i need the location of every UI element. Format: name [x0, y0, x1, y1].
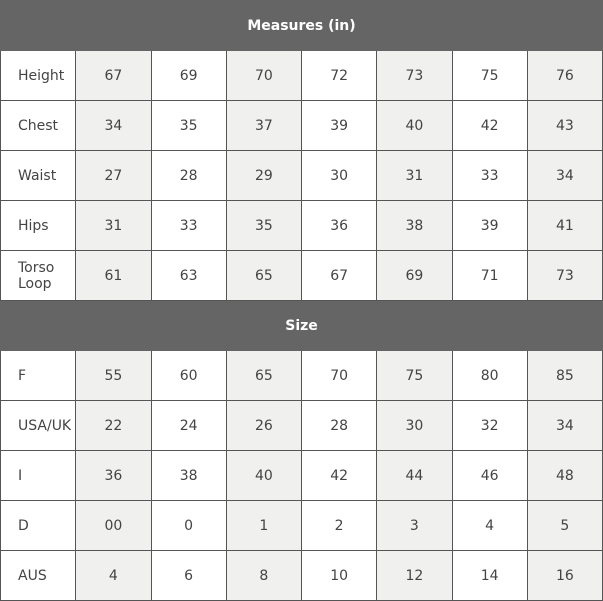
table-cell: 48: [526, 450, 603, 501]
table-cell: 60: [150, 350, 227, 401]
table-cell: 33: [451, 150, 528, 201]
table-cell: 28: [300, 400, 378, 451]
table-cell: 38: [376, 200, 453, 251]
table-cell: 35: [225, 200, 303, 251]
table-cell: 67: [300, 250, 378, 301]
table-cell: 34: [526, 400, 603, 451]
table-cell: 16: [526, 550, 603, 601]
table-cell: 32: [451, 400, 528, 451]
table-cell: 73: [526, 250, 603, 301]
table-cell: 34: [526, 150, 603, 201]
table-cell: 0: [150, 500, 227, 551]
table-cell: 00: [75, 500, 152, 551]
table-cell: 75: [376, 350, 453, 401]
size-chart-table: Measures (in) Height 67 69 70 72 73 75 76 Chest 34…: [0, 0, 603, 601]
row-label: D: [0, 500, 77, 551]
table-cell: 44: [376, 450, 453, 501]
table-cell: 72: [300, 50, 378, 101]
table-cell: 55: [75, 350, 152, 401]
table-row: USA/UK 22 24 26 28 30 32 34: [0, 400, 603, 451]
row-label: AUS: [0, 550, 77, 601]
table-cell: 65: [225, 350, 303, 401]
table-cell: 6: [150, 550, 227, 601]
table-cell: 65: [225, 250, 303, 301]
table-cell: 28: [150, 150, 227, 201]
table-cell: 2: [300, 500, 378, 551]
table-cell: 8: [225, 550, 303, 601]
table-cell: 36: [75, 450, 152, 501]
table-cell: 31: [75, 200, 152, 251]
row-label: Chest: [0, 100, 77, 151]
table-cell: 10: [300, 550, 378, 601]
table-cell: 35: [150, 100, 227, 151]
table-cell: 36: [300, 200, 378, 251]
table-cell: 61: [75, 250, 152, 301]
table-cell: 46: [451, 450, 528, 501]
table-row: Torso Loop 61 63 65 67 69 71 73: [0, 250, 603, 301]
table-cell: 80: [451, 350, 528, 401]
section-header: Measures (in): [0, 0, 603, 51]
section-header: Size: [0, 300, 603, 351]
section-title: Size: [0, 300, 603, 351]
table-cell: 4: [75, 550, 152, 601]
table-cell: 14: [451, 550, 528, 601]
table-cell: 39: [451, 200, 528, 251]
table-cell: 70: [225, 50, 303, 101]
table-row: AUS 4 6 8 10 12 14 16: [0, 550, 603, 601]
table-cell: 5: [526, 500, 603, 551]
row-label: Hips: [0, 200, 77, 251]
table-row: Chest 34 35 37 39 40 42 43: [0, 100, 603, 151]
table-cell: 4: [451, 500, 528, 551]
row-label: Height: [0, 50, 77, 101]
table-cell: 30: [300, 150, 378, 201]
table-cell: 24: [150, 400, 227, 451]
table-row: Waist 27 28 29 30 31 33 34: [0, 150, 603, 201]
table-cell: 43: [526, 100, 603, 151]
table-cell: 3: [376, 500, 453, 551]
table-cell: 26: [225, 400, 303, 451]
table-cell: 12: [376, 550, 453, 601]
table-cell: 71: [451, 250, 528, 301]
table-cell: 76: [526, 50, 603, 101]
table-cell: 40: [376, 100, 453, 151]
table-row: Height 67 69 70 72 73 75 76: [0, 50, 603, 101]
table-cell: 69: [150, 50, 227, 101]
table-cell: 30: [376, 400, 453, 451]
table-row: F 55 60 65 70 75 80 85: [0, 350, 603, 401]
table-cell: 75: [451, 50, 528, 101]
table-cell: 39: [300, 100, 378, 151]
row-label: Torso Loop: [0, 250, 77, 301]
section-title: Measures (in): [0, 0, 603, 51]
table-cell: 29: [225, 150, 303, 201]
table-cell: 37: [225, 100, 303, 151]
table-cell: 42: [451, 100, 528, 151]
row-label: Waist: [0, 150, 77, 201]
table-cell: 38: [150, 450, 227, 501]
table-cell: 31: [376, 150, 453, 201]
table-cell: 73: [376, 50, 453, 101]
table-cell: 1: [225, 500, 303, 551]
table-row: I 36 38 40 42 44 46 48: [0, 450, 603, 501]
table-row: D 00 0 1 2 3 4 5: [0, 500, 603, 551]
row-label: I: [0, 450, 77, 501]
table-cell: 85: [526, 350, 603, 401]
table-cell: 40: [225, 450, 303, 501]
table-cell: 63: [150, 250, 227, 301]
table-cell: 70: [300, 350, 378, 401]
row-label: F: [0, 350, 77, 401]
row-label: USA/UK: [0, 400, 77, 451]
table-row: Hips 31 33 35 36 38 39 41: [0, 200, 603, 251]
table-cell: 67: [75, 50, 152, 101]
table-cell: 42: [300, 450, 378, 501]
table-cell: 27: [75, 150, 152, 201]
table-cell: 34: [75, 100, 152, 151]
table-cell: 33: [150, 200, 227, 251]
table-cell: 41: [526, 200, 603, 251]
table-cell: 69: [376, 250, 453, 301]
table-cell: 22: [75, 400, 152, 451]
